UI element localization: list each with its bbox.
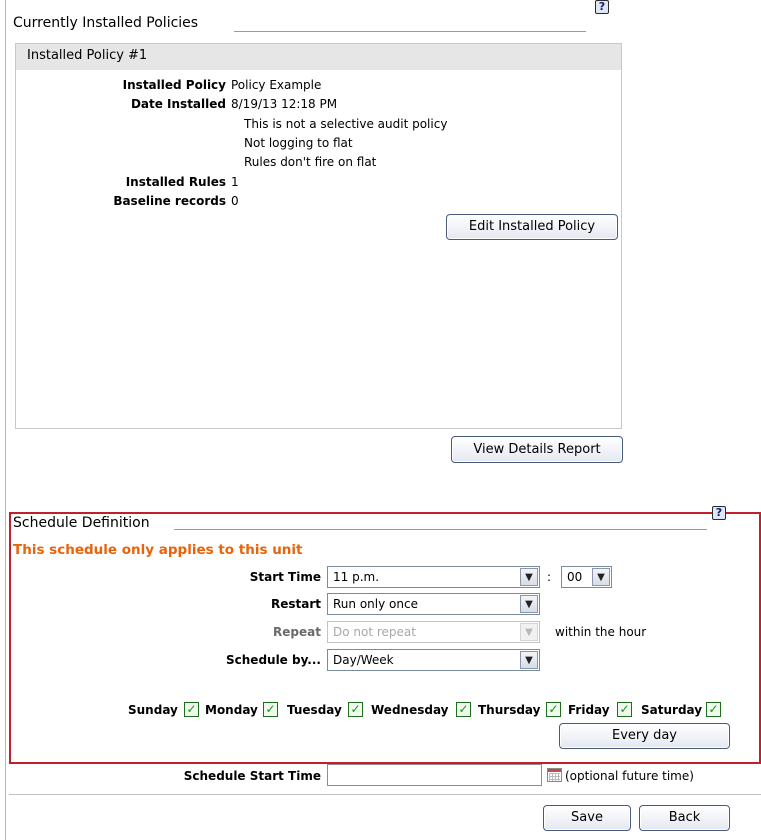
chevron-down-icon[interactable]: ▼	[592, 568, 610, 586]
schedule-definition-title: Schedule Definition	[13, 515, 150, 531]
day-label-wednesday: Wednesday	[371, 703, 449, 717]
date-installed-value: 8/19/13 12:18 PM	[231, 97, 338, 111]
calendar-icon[interactable]	[547, 768, 562, 782]
time-separator: :	[547, 570, 552, 584]
footer-divider	[9, 794, 761, 795]
installed-policies-title: Currently Installed Policies	[13, 15, 199, 31]
start-time-hour-select[interactable]: 11 p.m. ▼	[327, 566, 540, 588]
schedule-by-value: Day/Week	[333, 653, 394, 667]
optional-future-time-hint: (optional future time)	[565, 769, 694, 783]
wednesday-checkbox[interactable]: ✓	[456, 702, 471, 717]
monday-checkbox[interactable]: ✓	[263, 702, 278, 717]
day-label-monday: Monday	[205, 703, 258, 717]
policy-note-logging: Not logging to flat	[244, 136, 353, 150]
schedule-start-time-label: Schedule Start Time	[183, 769, 321, 783]
help-icon[interactable]: ?	[595, 0, 609, 14]
schedule-scope-warning: This schedule only applies to this unit	[13, 542, 303, 558]
back-button[interactable]: Back	[639, 805, 730, 831]
repeat-value: Do not repeat	[333, 625, 416, 639]
sunday-checkbox[interactable]: ✓	[184, 702, 199, 717]
edit-installed-policy-button[interactable]: Edit Installed Policy	[446, 214, 618, 240]
date-installed-label: Date Installed	[130, 97, 226, 111]
day-label-tuesday: Tuesday	[287, 703, 342, 717]
chevron-down-icon: ▼	[520, 623, 538, 641]
help-icon[interactable]: ?	[712, 506, 726, 520]
day-label-thursday: Thursday	[478, 703, 541, 717]
installed-policy-value: Policy Example	[231, 78, 322, 92]
schedule-title-rule	[174, 529, 707, 530]
installed-policy-panel: Installed Policy #1 Installed Policy Pol…	[15, 43, 622, 429]
schedule-start-time-input[interactable]	[327, 764, 542, 786]
chevron-down-icon[interactable]: ▼	[520, 651, 538, 669]
chevron-down-icon[interactable]: ▼	[520, 595, 538, 613]
save-button[interactable]: Save	[543, 805, 631, 831]
chevron-down-icon[interactable]: ▼	[520, 568, 538, 586]
baseline-records-value: 0	[231, 194, 239, 208]
friday-checkbox[interactable]: ✓	[617, 702, 632, 717]
installed-policies-title-rule	[234, 31, 586, 32]
day-label-friday: Friday	[568, 703, 610, 717]
page-frame-left-border	[5, 0, 6, 840]
repeat-suffix: within the hour	[555, 625, 647, 639]
baseline-records-label: Baseline records	[113, 194, 226, 208]
repeat-label: Repeat	[273, 625, 321, 639]
installed-policy-header: Installed Policy #1	[16, 44, 621, 70]
every-day-button[interactable]: Every day	[559, 723, 730, 749]
saturday-checkbox[interactable]: ✓	[706, 702, 721, 717]
schedule-by-select[interactable]: Day/Week ▼	[327, 649, 540, 671]
view-details-report-button[interactable]: View Details Report	[451, 436, 623, 463]
day-label-saturday: Saturday	[641, 703, 703, 717]
tuesday-checkbox[interactable]: ✓	[348, 702, 363, 717]
start-time-label: Start Time	[249, 570, 321, 584]
schedule-by-label: Schedule by...	[226, 653, 321, 667]
day-label-sunday: Sunday	[128, 703, 178, 717]
restart-value: Run only once	[333, 597, 418, 611]
thursday-checkbox[interactable]: ✓	[546, 702, 561, 717]
policy-note-selective-audit: This is not a selective audit policy	[244, 117, 448, 131]
start-time-hour-value: 11 p.m.	[333, 570, 380, 584]
policy-note-rules-fire: Rules don't fire on flat	[244, 155, 377, 169]
installed-rules-value: 1	[231, 175, 239, 189]
repeat-select: Do not repeat ▼	[327, 621, 540, 643]
restart-label: Restart	[270, 597, 321, 611]
installed-rules-label: Installed Rules	[125, 175, 226, 189]
start-time-minute-select[interactable]: 00 ▼	[561, 566, 612, 588]
start-time-minute-value: 00	[567, 570, 583, 584]
restart-select[interactable]: Run only once ▼	[327, 593, 540, 615]
installed-policy-label: Installed Policy	[122, 78, 226, 92]
